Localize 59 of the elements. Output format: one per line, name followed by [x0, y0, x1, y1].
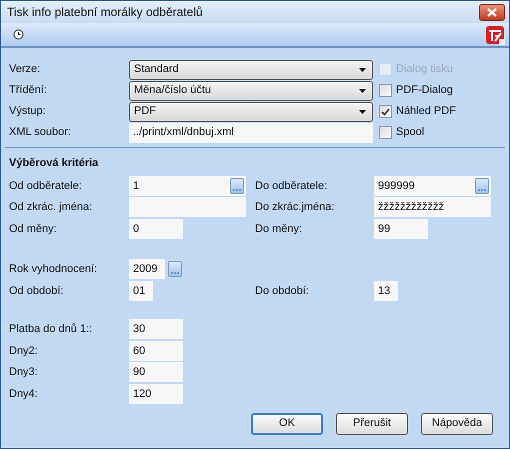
- input-field[interactable]: 0: [129, 218, 183, 239]
- ellipsis-icon: [233, 188, 241, 191]
- field-label: Dny3:: [9, 365, 39, 380]
- field-label: Výstup:: [9, 104, 47, 120]
- browse-button[interactable]: [230, 178, 244, 194]
- input-field[interactable]: 90: [129, 362, 183, 382]
- field-label: Verze:: [9, 62, 42, 78]
- ellipsis-icon: [171, 272, 179, 274]
- checkbox[interactable]: [379, 84, 392, 97]
- field-label: Do zkrác.jména:: [255, 200, 336, 215]
- dropdown-arrow-icon: [359, 68, 366, 72]
- check-icon: [381, 108, 390, 116]
- window-title: Tisk info platební morálky odběratelů: [7, 4, 203, 21]
- browse-button[interactable]: [475, 178, 489, 194]
- input-field[interactable]: ../print/xml/dnbuj.xml: [129, 122, 373, 142]
- dropdown[interactable]: Standard: [129, 60, 373, 80]
- input-field[interactable]: [129, 197, 246, 218]
- field-label: Od měny:: [9, 222, 58, 236]
- field-label: Od období:: [9, 284, 64, 298]
- field-label: XML soubor:: [9, 125, 72, 140]
- dialog-button[interactable]: Nápověda: [421, 412, 493, 434]
- input-field[interactable]: 99: [374, 218, 428, 239]
- section-title: Výběrová kritéria: [9, 156, 100, 171]
- field-label: Do odběratele:: [255, 178, 328, 194]
- checkbox-label: PDF-Dialog: [396, 83, 453, 98]
- field-label: Třídění:: [9, 83, 48, 98]
- dropdown-arrow-icon: [359, 110, 366, 114]
- ellipsis-icon: [478, 188, 486, 191]
- input-field[interactable]: 60: [129, 340, 183, 361]
- field-label: Platba do dnů 1::: [9, 322, 94, 337]
- input-field[interactable]: 01: [129, 280, 153, 301]
- checkbox-label: Dialog tisku: [396, 62, 453, 78]
- field-label: Dny4:: [9, 386, 39, 402]
- input-field[interactable]: žžžžžžžžžžžž: [374, 197, 491, 218]
- dialog-button[interactable]: OK: [251, 412, 323, 434]
- close-icon: [487, 8, 497, 16]
- checkbox-label: Spool: [396, 125, 424, 140]
- input-field[interactable]: 13: [374, 280, 398, 301]
- dropdown-arrow-icon: [359, 88, 366, 92]
- field-label: Dny2:: [9, 344, 39, 358]
- field-label: Od odběratele:: [9, 178, 83, 194]
- field-label: Do měny:: [255, 222, 304, 236]
- checkbox[interactable]: [379, 105, 392, 118]
- field-label: Rok vyhodnocení:: [9, 262, 98, 277]
- input-field[interactable]: 30: [129, 319, 183, 340]
- dropdown[interactable]: Měna/číslo účtu: [129, 80, 373, 100]
- field-label: Do období:: [255, 284, 310, 298]
- input-field[interactable]: 999999: [374, 176, 491, 196]
- input-field[interactable]: 120: [129, 384, 183, 404]
- input-field[interactable]: 1: [129, 176, 246, 196]
- field-label: Od zkrác. jména:: [9, 200, 94, 215]
- dialog-button[interactable]: Přerušit: [336, 412, 408, 434]
- dropdown[interactable]: PDF: [129, 102, 373, 122]
- browse-button[interactable]: [168, 261, 182, 278]
- checkbox-label: Náhled PDF: [396, 104, 456, 120]
- checkbox[interactable]: [379, 126, 392, 139]
- clock-icon[interactable]: [13, 29, 24, 40]
- logo-icon[interactable]: [485, 24, 505, 44]
- close-button[interactable]: [479, 4, 505, 20]
